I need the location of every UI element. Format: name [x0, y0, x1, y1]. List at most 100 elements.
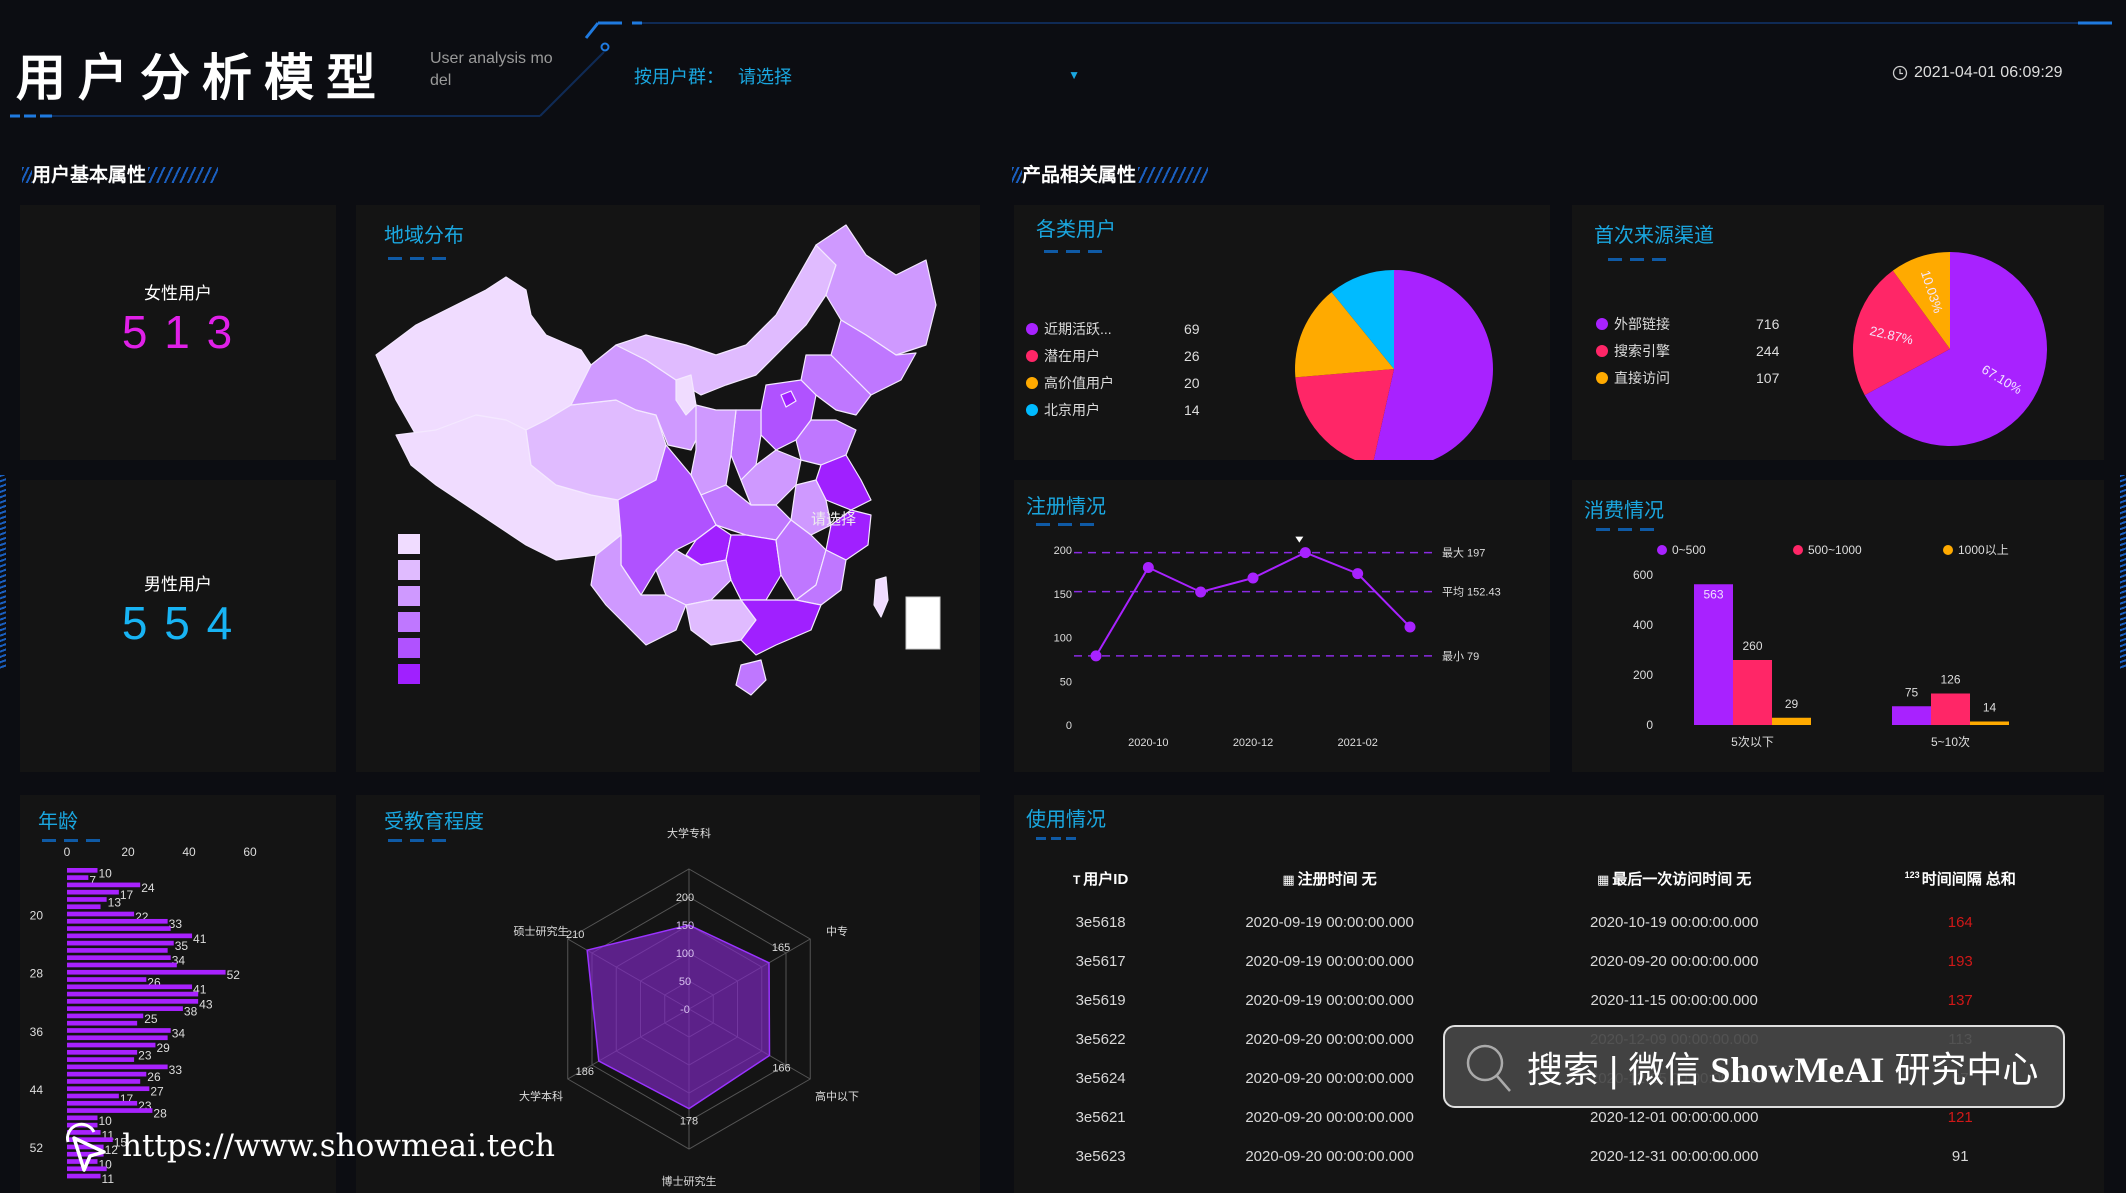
table-row[interactable]: 3e5619 2020-09-19 00:00:00.000 2020-11-15 …: [1044, 981, 2074, 1020]
bar[interactable]: [67, 1108, 153, 1113]
bar[interactable]: [67, 991, 199, 997]
column-header-label: 注册时间 无: [1297, 870, 1377, 888]
bar[interactable]: [1694, 584, 1733, 725]
legend-label: 直接访问: [1614, 370, 1670, 386]
bar[interactable]: [67, 1071, 147, 1077]
bar[interactable]: [67, 1079, 141, 1084]
bar[interactable]: [67, 940, 174, 946]
bar[interactable]: [67, 904, 101, 910]
bar[interactable]: [67, 1028, 171, 1033]
bar[interactable]: [67, 1100, 138, 1106]
data-point[interactable]: [1247, 572, 1259, 584]
column-header-register-time[interactable]: ▦ 注册时间 无: [1157, 853, 1502, 903]
data-point[interactable]: [1352, 568, 1364, 580]
legend-value: 26: [1184, 348, 1200, 364]
bar[interactable]: [67, 1042, 156, 1048]
legend-item[interactable]: 搜索引擎 244: [1596, 341, 1779, 361]
data-point[interactable]: [1142, 562, 1154, 573]
chevron-down-icon[interactable]: ▼: [1068, 68, 1080, 82]
bar[interactable]: [67, 882, 141, 888]
interval-cell: 193: [1947, 953, 1973, 970]
bar[interactable]: [67, 948, 168, 953]
bar[interactable]: [67, 1173, 101, 1179]
column-header-user-id[interactable]: T 用户ID: [1044, 853, 1157, 903]
bar[interactable]: [67, 933, 193, 939]
bar[interactable]: [67, 955, 171, 961]
x-tick-label: 2021-02: [1337, 737, 1377, 749]
bar[interactable]: [1892, 706, 1931, 725]
map-visual-legend[interactable]: [398, 534, 420, 684]
bar[interactable]: [1970, 721, 2009, 726]
bar[interactable]: [1931, 693, 1970, 726]
bar[interactable]: [67, 1086, 150, 1092]
y-tick-label: 150: [1054, 589, 1072, 601]
table-row[interactable]: 3e5623 2020-09-20 00:00:00.000 2020-12-31 …: [1044, 1137, 2074, 1176]
bar[interactable]: [67, 969, 226, 975]
consumption-bar-chart[interactable]: 0 200 400 600 0~500 500~1000 1000以上 5次以下 563 260 2…: [1572, 480, 2104, 772]
bar-data-label: 43: [199, 997, 213, 1011]
max-marker-icon: [1295, 536, 1304, 543]
bar[interactable]: [67, 918, 168, 924]
section-title-basic-text: 用户基本属性: [32, 165, 147, 186]
legend-item[interactable]: 直接访问 107: [1596, 368, 1779, 388]
bar-data-label: 14: [1983, 701, 1997, 715]
x-tick-label: 5~10次: [1931, 735, 1970, 749]
registration-line-chart[interactable]: 0 50 100 150 200 2020-10 2020-12 2021-02 最大 197 平…: [1014, 480, 1550, 772]
table-row[interactable]: 3e5617 2020-09-19 00:00:00.000 2020-09-20 …: [1044, 942, 2074, 981]
legend-item[interactable]: 北京用户 14: [1026, 400, 1200, 420]
data-point[interactable]: [1404, 621, 1416, 633]
legend-item[interactable]: 近期活跃... 69: [1026, 319, 1200, 339]
calendar-icon: ▦: [1596, 871, 1610, 887]
bar[interactable]: [67, 897, 107, 902]
legend-item[interactable]: 潜在用户 26: [1026, 346, 1200, 366]
map-region-hunan: [725, 534, 782, 601]
y-tick-label: 50: [1060, 676, 1072, 688]
column-header-last-visit[interactable]: ▦ 最后一次访问时间 无: [1502, 853, 1847, 903]
radar-data-label: 186: [576, 1066, 594, 1078]
bar[interactable]: [67, 911, 135, 917]
user-group-select[interactable]: 请选择: [738, 63, 792, 89]
bar[interactable]: [67, 926, 171, 931]
watermark-url-text: https://www.showmeai.tech: [122, 1128, 555, 1164]
bar[interactable]: [67, 977, 147, 982]
bar[interactable]: [67, 1035, 168, 1041]
legend-dot-icon: [1596, 372, 1608, 384]
bar[interactable]: [67, 1093, 119, 1099]
watermark-suffix: 研究中心: [1884, 1048, 2039, 1090]
user-id-cell: 3e5617: [1075, 953, 1126, 970]
data-point[interactable]: [1299, 547, 1311, 559]
interval-cell: 137: [1947, 992, 1973, 1009]
table-row[interactable]: 3e5618 2020-09-19 00:00:00.000 2020-10-19 …: [1044, 903, 2074, 942]
bar[interactable]: [67, 984, 193, 990]
female-users-label: 女性用户: [144, 284, 212, 303]
bar[interactable]: [67, 962, 177, 968]
bar[interactable]: [67, 1020, 138, 1026]
legend-item[interactable]: 外部链接 716: [1596, 314, 1779, 334]
data-point[interactable]: [1195, 586, 1207, 598]
column-header-label: 时间间隔 总和: [1921, 870, 2016, 888]
column-header-interval-sum[interactable]: 123 时间间隔 总和: [1847, 853, 2074, 903]
china-choropleth-map[interactable]: 请选择: [356, 205, 980, 772]
bar[interactable]: [67, 999, 199, 1004]
legend-dot-icon[interactable]: [1943, 545, 1953, 555]
bar[interactable]: [67, 1013, 144, 1019]
user-id-cell: 3e5618: [1075, 914, 1126, 931]
user-id-cell: 3e5623: [1075, 1148, 1126, 1165]
user-group-filter[interactable]: 按用户群： 请选择 ▼: [634, 64, 1080, 88]
bar[interactable]: [67, 1064, 168, 1070]
bar[interactable]: [1772, 717, 1811, 725]
bar[interactable]: [67, 1057, 135, 1062]
bar[interactable]: [67, 889, 119, 895]
y-tick-label: 600: [1633, 568, 1653, 582]
legend-item[interactable]: 高价值用户 20: [1026, 373, 1200, 393]
bar[interactable]: [67, 1049, 138, 1055]
bar[interactable]: [67, 1006, 183, 1011]
bar[interactable]: [67, 868, 98, 873]
data-point[interactable]: [1090, 650, 1102, 662]
legend-dot-icon[interactable]: [1793, 545, 1803, 555]
bar[interactable]: [67, 875, 89, 880]
legend-dot-icon[interactable]: [1657, 545, 1667, 555]
radar-axis-label: 中专: [826, 924, 848, 938]
legend-label: 北京用户: [1044, 402, 1100, 418]
bar[interactable]: [1733, 660, 1772, 725]
